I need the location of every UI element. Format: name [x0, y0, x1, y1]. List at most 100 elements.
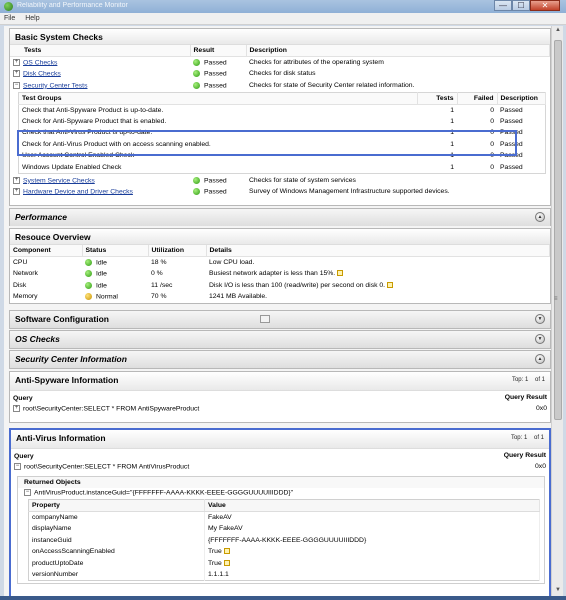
property-row: displayName My FakeAV: [28, 522, 540, 535]
check-link[interactable]: Disk Checks: [23, 70, 61, 77]
query-text: root\SecurityCenter:SELECT * FROM AntiSp…: [23, 404, 200, 412]
group-tests: 1: [450, 152, 454, 160]
utilization-value: 11 /sec: [151, 281, 173, 289]
scroll-up-icon[interactable]: ▲: [553, 27, 563, 37]
vertical-scrollbar[interactable]: ▲ ≡ ▼: [551, 26, 563, 598]
top-count: Top: 1: [511, 377, 529, 383]
collapse-security-center-icon[interactable]: ▲: [535, 354, 545, 364]
window-icon: [260, 315, 270, 323]
collapse-icon[interactable]: −: [24, 489, 31, 496]
edit-icon[interactable]: [387, 281, 394, 288]
edit-icon[interactable]: [223, 559, 230, 566]
col-test-groups: Test Groups: [18, 92, 418, 105]
property-row: companyName FakeAV: [28, 511, 540, 523]
query-row: + root\SecurityCenter:SELECT * FROM AntiS…: [10, 403, 550, 415]
collapse-icon[interactable]: −: [14, 462, 21, 470]
collapse-performance-icon[interactable]: ▲: [535, 212, 545, 222]
check-row: + System Service Checks Passed Checks for…: [10, 175, 550, 187]
software-configuration-header[interactable]: Software Configuration ▼: [10, 311, 550, 328]
test-group-row: Windows Update Enabled Check 1 0 Passed: [19, 162, 546, 174]
group-name: User Account Control Enabled Check: [22, 152, 135, 160]
component-name: CPU: [13, 259, 28, 266]
result-text: Passed: [204, 70, 227, 78]
group-status: Passed: [500, 140, 523, 148]
check-link[interactable]: System Service Checks: [23, 177, 95, 184]
property-value: My FakeAV: [204, 522, 540, 535]
query-result-header: Query Result: [504, 393, 547, 401]
query-result-header: Query Result: [503, 451, 546, 459]
group-tests: 1: [450, 117, 454, 125]
app-icon: [4, 2, 13, 11]
query-text: root\SecurityCenter:SELECT * FROM AntiVi…: [24, 462, 190, 470]
description-text: Checks for state of system services: [249, 176, 356, 184]
description-text: Survey of Windows Management Infrastruct…: [249, 188, 450, 196]
group-status: Passed: [500, 152, 523, 160]
test-group-row: Check that Anti-Virus Product is up-to-d…: [19, 127, 546, 139]
group-tests: 1: [450, 129, 454, 137]
anti-spyware-header: Anti-Spyware Information Top: 1 of 1: [10, 372, 550, 391]
test-group-row: Check for Anti-Spyware Product that is e…: [19, 116, 546, 128]
property-name: instanceGuid: [28, 534, 205, 546]
expand-icon[interactable]: +: [13, 188, 20, 196]
expand-icon[interactable]: +: [13, 176, 20, 184]
property-name: companyName: [28, 511, 205, 523]
anti-spyware-panel: Anti-Spyware Information Top: 1 of 1 Que…: [9, 371, 551, 423]
group-failed: 0: [490, 152, 494, 160]
minimize-button[interactable]: —: [494, 0, 512, 11]
os-checks-header[interactable]: OS Checks ▼: [10, 331, 550, 348]
col-property: Property: [28, 499, 205, 512]
menu-help[interactable]: Help: [21, 13, 43, 24]
expand-icon[interactable]: +: [13, 58, 20, 66]
report-content: Basic System Checks Tests Result Descrip…: [4, 26, 551, 598]
scroll-thumb[interactable]: [554, 40, 562, 420]
anti-virus-query-table: Query Query Result − root\SecurityCenter:…: [11, 449, 549, 472]
check-link[interactable]: OS Checks: [23, 59, 57, 66]
utilization-value: 0 %: [151, 270, 163, 278]
passed-status-icon: [193, 58, 200, 66]
group-name: Check for Anti-Spyware Product that is e…: [22, 117, 167, 125]
details-text: Busiest network adapter is less than 15%…: [209, 270, 336, 278]
property-value: True: [208, 559, 222, 567]
check-link[interactable]: Security Center Tests: [23, 82, 87, 89]
security-center-header[interactable]: Security Center Information ▲: [10, 351, 550, 368]
edit-icon[interactable]: [337, 270, 344, 277]
resource-overview-title: Resouce Overview: [10, 229, 550, 245]
expand-icon[interactable]: +: [13, 404, 20, 412]
col-value: Value: [204, 499, 540, 512]
col-tests-count: Tests: [417, 92, 458, 105]
menu-file[interactable]: File: [0, 13, 19, 24]
resource-row: Memory Normal 70 % 1241 MB Available.: [10, 291, 550, 303]
basic-checks-table: Tests Result Description + OS Checks Pass…: [10, 45, 550, 198]
property-value: True: [208, 548, 222, 556]
anti-virus-panel: Anti-Virus Information Top: 1 of 1 Query…: [9, 428, 551, 598]
group-status: Passed: [500, 129, 523, 137]
close-button[interactable]: ✕: [530, 0, 560, 11]
os-checks-panel: OS Checks ▼: [9, 330, 551, 349]
group-failed: 0: [490, 129, 494, 137]
maximize-button[interactable]: ☐: [512, 0, 530, 11]
expand-os-checks-icon[interactable]: ▼: [535, 334, 545, 344]
property-value: {FFFFFFF-AAAA-KKKK-EEEE-GGGGUUUUIIIDDD}: [204, 534, 540, 546]
col-status: Status: [82, 245, 149, 257]
edit-icon[interactable]: [223, 548, 230, 555]
window-title: Reliability and Performance Monitor: [17, 2, 128, 9]
grip-icon: ≡: [554, 296, 558, 302]
check-link[interactable]: Hardware Device and Driver Checks: [23, 188, 133, 195]
resource-table: Component Status Utilization Details CPU…: [10, 245, 550, 303]
anti-virus-title: Anti-Virus Information: [16, 433, 106, 443]
group-name: Check for Anti-Virus Product with on acc…: [22, 140, 211, 148]
performance-title[interactable]: Performance ▲: [10, 209, 550, 226]
expand-software-icon[interactable]: ▼: [535, 314, 545, 324]
property-row: onAccessScanningEnabled True: [28, 545, 540, 558]
result-text: Passed: [204, 59, 227, 67]
group-failed: 0: [490, 106, 494, 114]
anti-spyware-query-table: Query Query Result + root\SecurityCenter:…: [10, 391, 550, 414]
properties-table: Property Value companyName FakeAV display…: [28, 499, 540, 581]
collapse-icon[interactable]: −: [13, 81, 20, 89]
returned-objects: Returned Objects − AntiVirusProduct.insta…: [17, 476, 545, 584]
expand-icon[interactable]: +: [13, 70, 20, 78]
query-result: 0x0: [535, 462, 546, 470]
status-text: Idle: [96, 259, 107, 267]
passed-status-icon: [193, 188, 200, 196]
resource-row: Disk Idle 11 /sec Disk I/O is less than …: [10, 280, 550, 292]
